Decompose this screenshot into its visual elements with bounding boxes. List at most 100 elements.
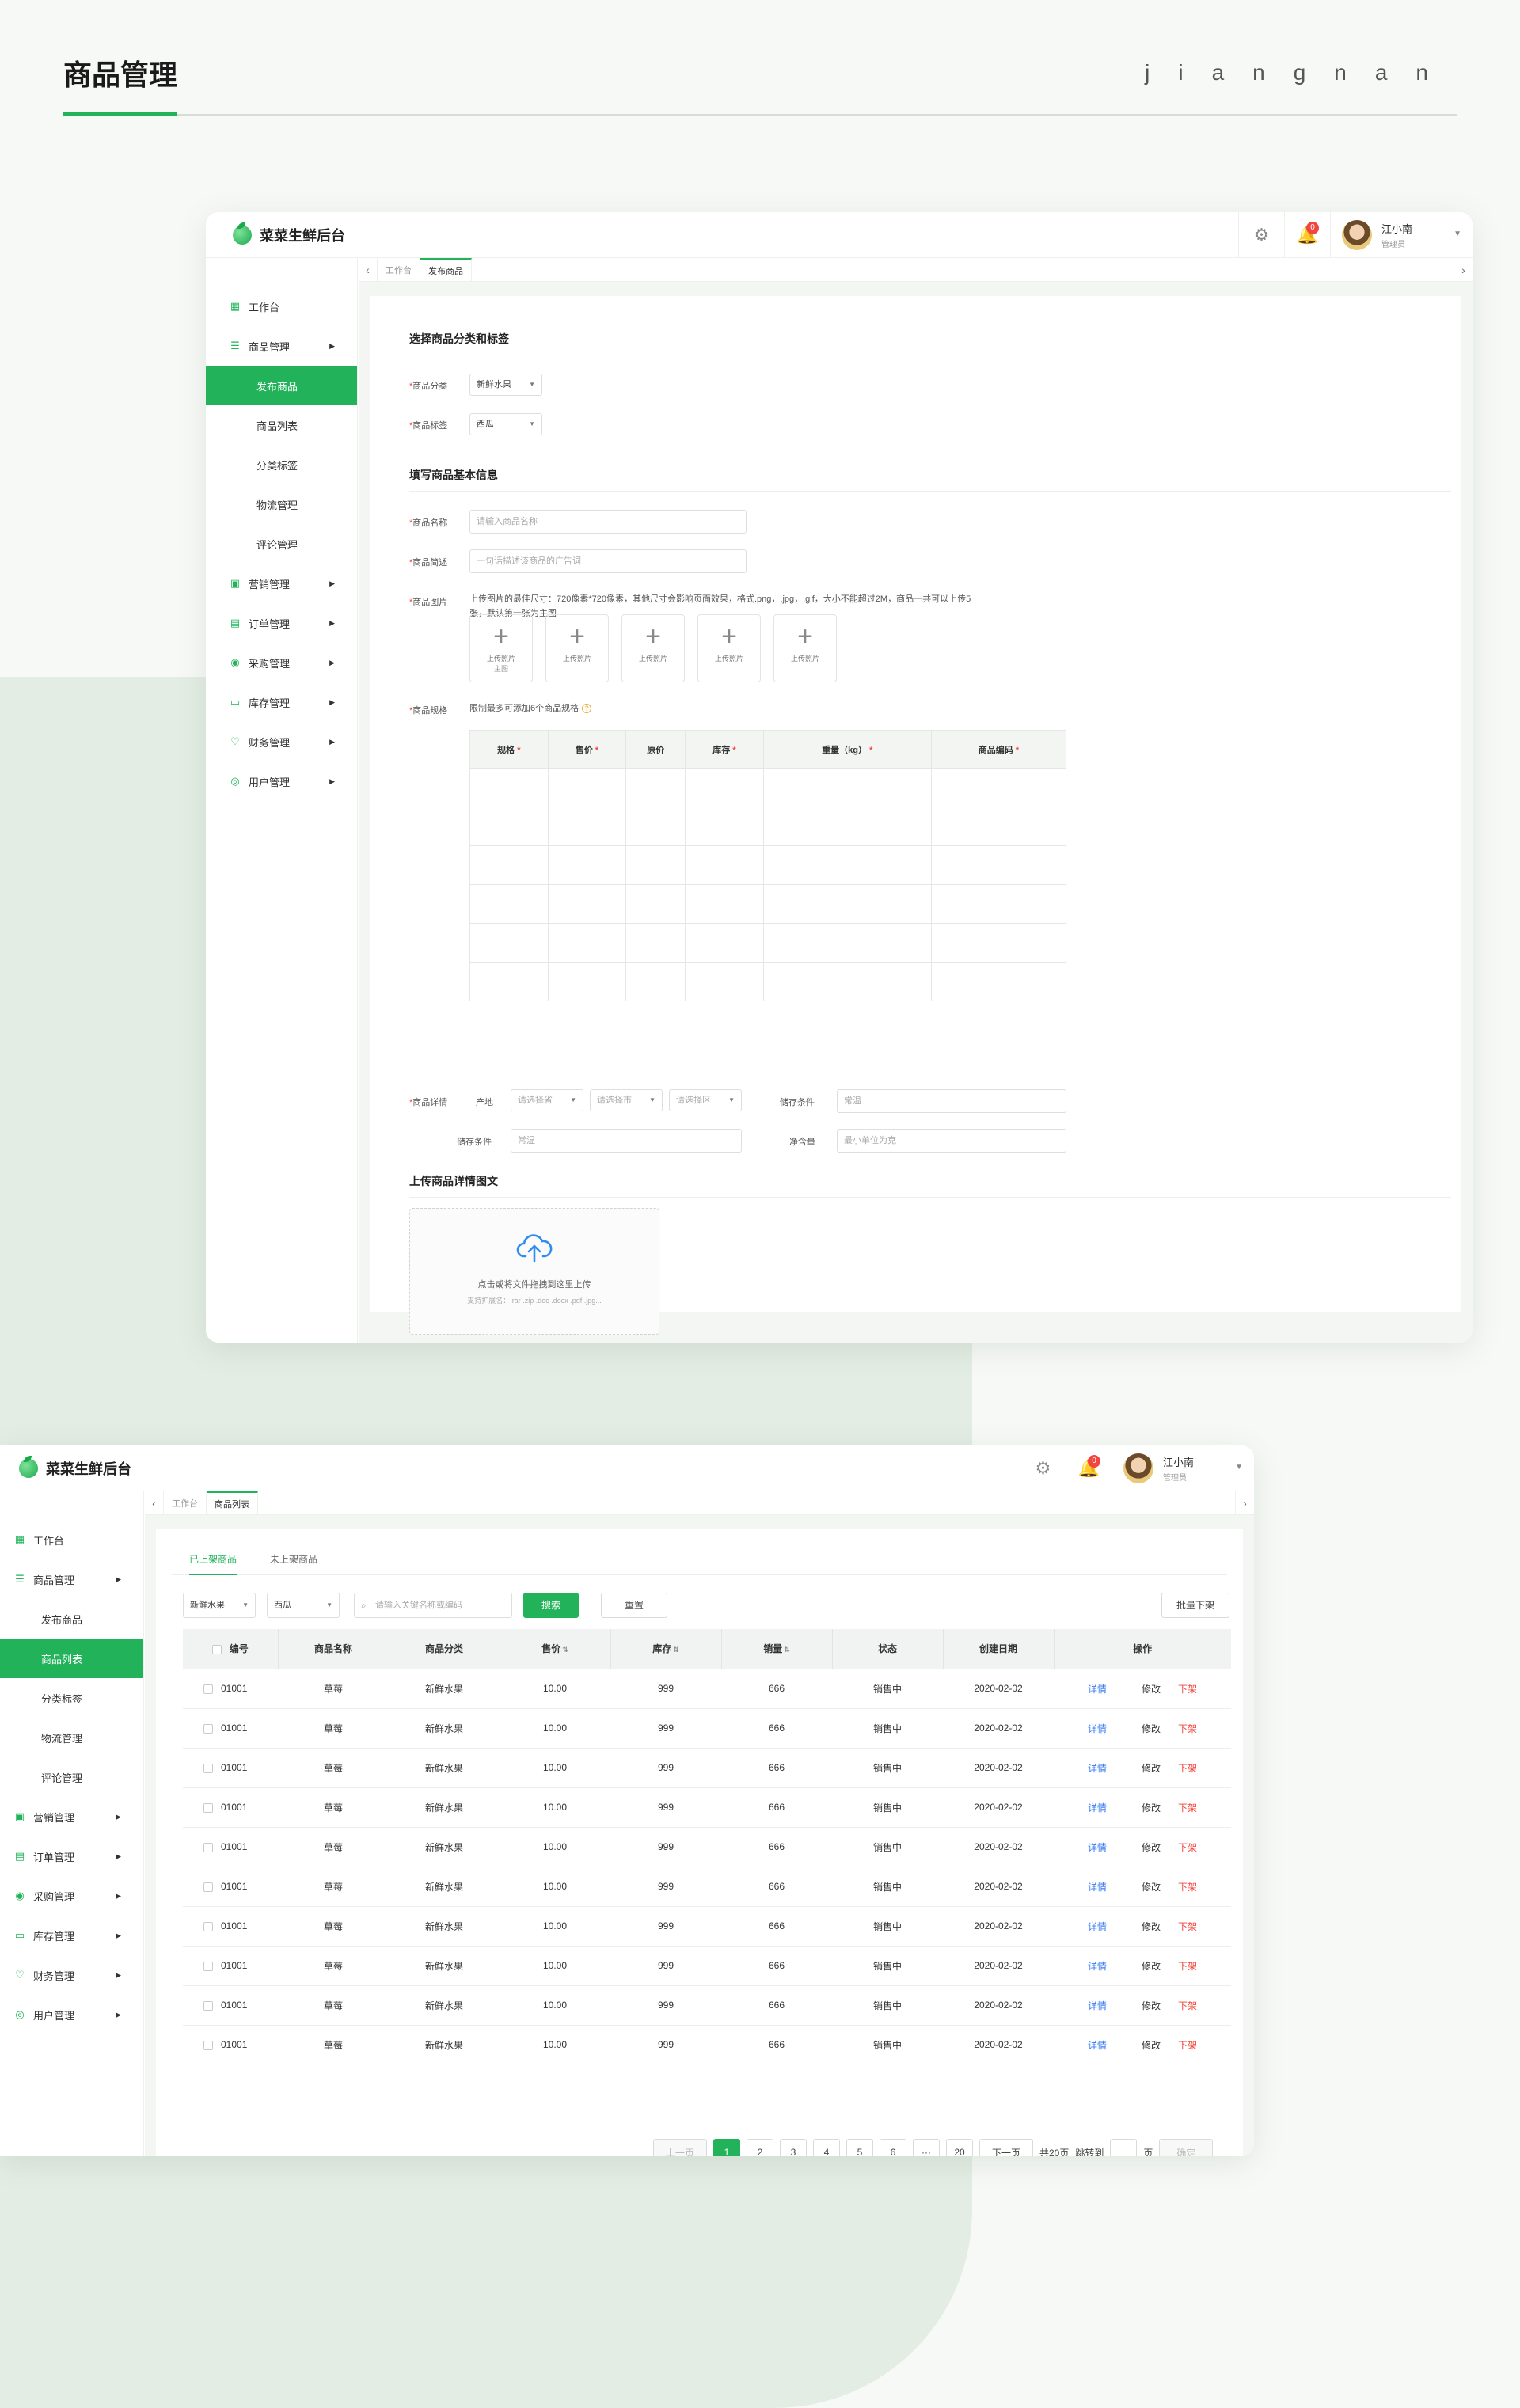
sidebar-item-users[interactable]: ◎ 用户管理 ▶ bbox=[0, 1995, 143, 2034]
detail-link[interactable]: 详情 bbox=[1088, 1723, 1107, 1734]
upload-image-4[interactable]: + 上传照片 bbox=[697, 614, 761, 682]
sidebar-item-inventory[interactable]: ▭ 库存管理 ▶ bbox=[0, 1916, 143, 1955]
spec-cell[interactable] bbox=[685, 768, 764, 807]
row-checkbox[interactable] bbox=[203, 1802, 213, 1813]
detail-link[interactable]: 详情 bbox=[1088, 1921, 1107, 1932]
edit-link[interactable]: 修改 bbox=[1142, 1723, 1161, 1734]
spec-cell[interactable] bbox=[930, 845, 1067, 885]
sidebar-item-logistics[interactable]: 物流管理 bbox=[206, 484, 357, 524]
edit-link[interactable]: 修改 bbox=[1142, 1684, 1161, 1695]
app-logo[interactable]: 菜菜生鲜后台 bbox=[233, 222, 345, 245]
sort-icon[interactable]: ⇅ bbox=[784, 1646, 790, 1654]
row-checkbox[interactable] bbox=[203, 1882, 213, 1892]
tag-select[interactable]: 西瓜 ▼ bbox=[469, 413, 542, 435]
spec-cell[interactable] bbox=[930, 807, 1067, 846]
edit-link[interactable]: 修改 bbox=[1142, 1921, 1161, 1932]
spec-cell[interactable] bbox=[547, 845, 627, 885]
sidebar-item-orders[interactable]: ▤ 订单管理 ▶ bbox=[0, 1836, 143, 1876]
upload-image-2[interactable]: + 上传照片 bbox=[545, 614, 609, 682]
search-input[interactable]: ⌕ 请输入关键名称或编码 bbox=[354, 1593, 512, 1618]
page-button[interactable]: 20 bbox=[946, 2139, 973, 2156]
spec-cell[interactable] bbox=[625, 962, 686, 1001]
spec-cell[interactable] bbox=[547, 962, 627, 1001]
tabs-next-icon[interactable]: › bbox=[1235, 1491, 1254, 1514]
sidebar-item-marketing[interactable]: ▣ 营销管理 ▶ bbox=[0, 1797, 143, 1836]
category-select[interactable]: 新鲜水果 ▼ bbox=[469, 374, 542, 396]
tab-workbench[interactable]: 工作台 bbox=[164, 1491, 207, 1514]
spec-cell[interactable] bbox=[469, 884, 549, 924]
bell-icon[interactable]: 🔔 0 bbox=[1284, 212, 1330, 258]
detail-link[interactable]: 详情 bbox=[1088, 1684, 1107, 1695]
spec-cell[interactable] bbox=[469, 962, 549, 1001]
off-shelf-link[interactable]: 下架 bbox=[1178, 1684, 1197, 1695]
detail-link[interactable]: 详情 bbox=[1088, 1763, 1107, 1774]
spec-cell[interactable] bbox=[625, 884, 686, 924]
spec-cell[interactable] bbox=[547, 807, 627, 846]
edit-link[interactable]: 修改 bbox=[1142, 1763, 1161, 1774]
spec-cell[interactable] bbox=[685, 923, 764, 963]
page-button[interactable]: ··· bbox=[913, 2139, 940, 2156]
tab-on-sale[interactable]: 已上架商品 bbox=[189, 1544, 238, 1575]
sort-icon[interactable]: ⇅ bbox=[673, 1646, 679, 1654]
storage2-input[interactable]: 常温 bbox=[511, 1129, 742, 1153]
column-header[interactable]: 库存 ⇅ bbox=[610, 1629, 721, 1669]
app-logo[interactable]: 菜菜生鲜后台 bbox=[19, 1456, 131, 1479]
row-checkbox[interactable] bbox=[203, 1763, 213, 1773]
settings-gear-icon[interactable]: ⚙ bbox=[1020, 1445, 1066, 1491]
jump-confirm-button[interactable]: 确定 bbox=[1159, 2139, 1214, 2156]
row-checkbox[interactable] bbox=[203, 1961, 213, 1971]
edit-link[interactable]: 修改 bbox=[1142, 1882, 1161, 1893]
tab-product-list[interactable]: 商品列表 bbox=[207, 1491, 258, 1514]
tabs-prev-icon[interactable]: ‹ bbox=[359, 258, 378, 281]
search-button[interactable]: 搜索 bbox=[523, 1593, 579, 1618]
spec-cell[interactable] bbox=[762, 768, 932, 807]
spec-cell[interactable] bbox=[469, 845, 549, 885]
spec-cell[interactable] bbox=[930, 962, 1067, 1001]
row-checkbox[interactable] bbox=[203, 1723, 213, 1734]
spec-cell[interactable] bbox=[547, 768, 627, 807]
batch-off-button[interactable]: 批量下架 bbox=[1161, 1593, 1229, 1618]
upload-image-main[interactable]: + 上传照片 主图 bbox=[469, 614, 533, 682]
tab-publish-product[interactable]: 发布商品 bbox=[420, 258, 472, 281]
spec-cell[interactable] bbox=[685, 807, 764, 846]
user-menu[interactable]: 江小南 管理员 ▼ bbox=[1112, 1445, 1254, 1491]
tab-workbench[interactable]: 工作台 bbox=[378, 258, 420, 281]
off-shelf-link[interactable]: 下架 bbox=[1178, 1961, 1197, 1972]
detail-dropzone[interactable]: 点击或将文件拖拽到这里上传 支持扩展名：.rar .zip .doc .docx… bbox=[409, 1208, 659, 1335]
tabs-next-icon[interactable]: › bbox=[1454, 258, 1472, 281]
sidebar-item-publish-product[interactable]: 发布商品 bbox=[206, 366, 357, 405]
detail-link[interactable]: 详情 bbox=[1088, 2040, 1107, 2051]
next-page-button[interactable]: 下一页 bbox=[979, 2139, 1033, 2156]
product-name-input[interactable]: 请输入商品名称 bbox=[469, 510, 747, 534]
detail-link[interactable]: 详情 bbox=[1088, 1802, 1107, 1814]
spec-cell[interactable] bbox=[685, 884, 764, 924]
bell-icon[interactable]: 🔔 0 bbox=[1066, 1445, 1112, 1491]
page-button[interactable]: 4 bbox=[813, 2139, 840, 2156]
sidebar-item-comments[interactable]: 评论管理 bbox=[206, 524, 357, 564]
sidebar-item-workbench[interactable]: ▦ 工作台 bbox=[206, 287, 357, 326]
sidebar-item-users[interactable]: ◎ 用户管理 ▶ bbox=[206, 762, 357, 801]
off-shelf-link[interactable]: 下架 bbox=[1178, 2000, 1197, 2011]
sort-icon[interactable]: ⇅ bbox=[562, 1646, 568, 1654]
sidebar-item-purchasing[interactable]: ◉ 采购管理 ▶ bbox=[206, 643, 357, 682]
sidebar-item-product-management[interactable]: ☰ 商品管理 ▶ bbox=[0, 1559, 143, 1599]
jump-page-input[interactable] bbox=[1110, 2139, 1138, 2156]
sidebar-item-product-list[interactable]: 商品列表 bbox=[206, 405, 357, 445]
edit-link[interactable]: 修改 bbox=[1142, 1842, 1161, 1853]
spec-cell[interactable] bbox=[547, 923, 627, 963]
detail-link[interactable]: 详情 bbox=[1088, 1961, 1107, 1972]
sidebar-item-category-tags[interactable]: 分类标签 bbox=[206, 445, 357, 484]
column-header[interactable]: 售价 ⇅ bbox=[499, 1629, 610, 1669]
reset-button[interactable]: 重置 bbox=[601, 1593, 667, 1618]
detail-link[interactable]: 详情 bbox=[1088, 1882, 1107, 1893]
page-button[interactable]: 6 bbox=[880, 2139, 906, 2156]
sidebar-item-finance[interactable]: ♡ 财务管理 ▶ bbox=[206, 722, 357, 762]
detail-link[interactable]: 详情 bbox=[1088, 2000, 1107, 2011]
sidebar-item-product-management[interactable]: ☰ 商品管理 ▶ bbox=[206, 326, 357, 366]
spec-cell[interactable] bbox=[685, 845, 764, 885]
spec-cell[interactable] bbox=[625, 768, 686, 807]
spec-cell[interactable] bbox=[930, 884, 1067, 924]
off-shelf-link[interactable]: 下架 bbox=[1178, 1882, 1197, 1893]
sidebar-item-marketing[interactable]: ▣ 营销管理 ▶ bbox=[206, 564, 357, 603]
off-shelf-link[interactable]: 下架 bbox=[1178, 1842, 1197, 1853]
